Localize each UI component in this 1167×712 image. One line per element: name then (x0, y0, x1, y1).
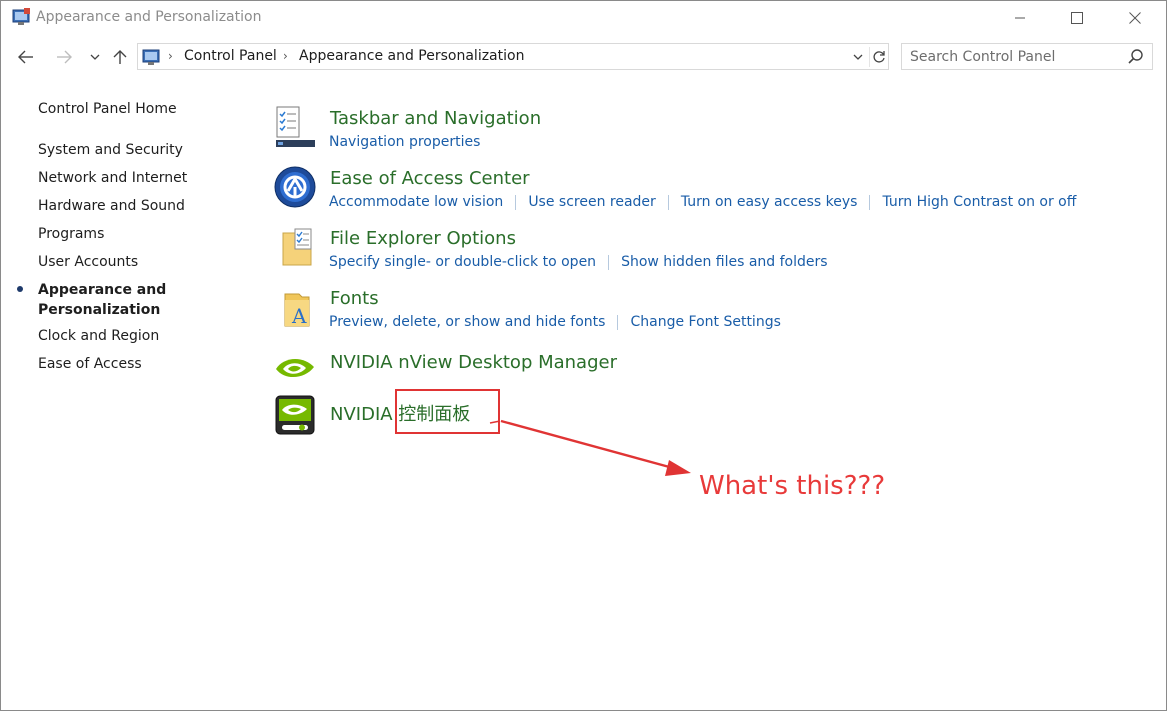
annotation-arrow-icon (489, 419, 691, 476)
annotation-text: What's this??? (699, 471, 886, 501)
